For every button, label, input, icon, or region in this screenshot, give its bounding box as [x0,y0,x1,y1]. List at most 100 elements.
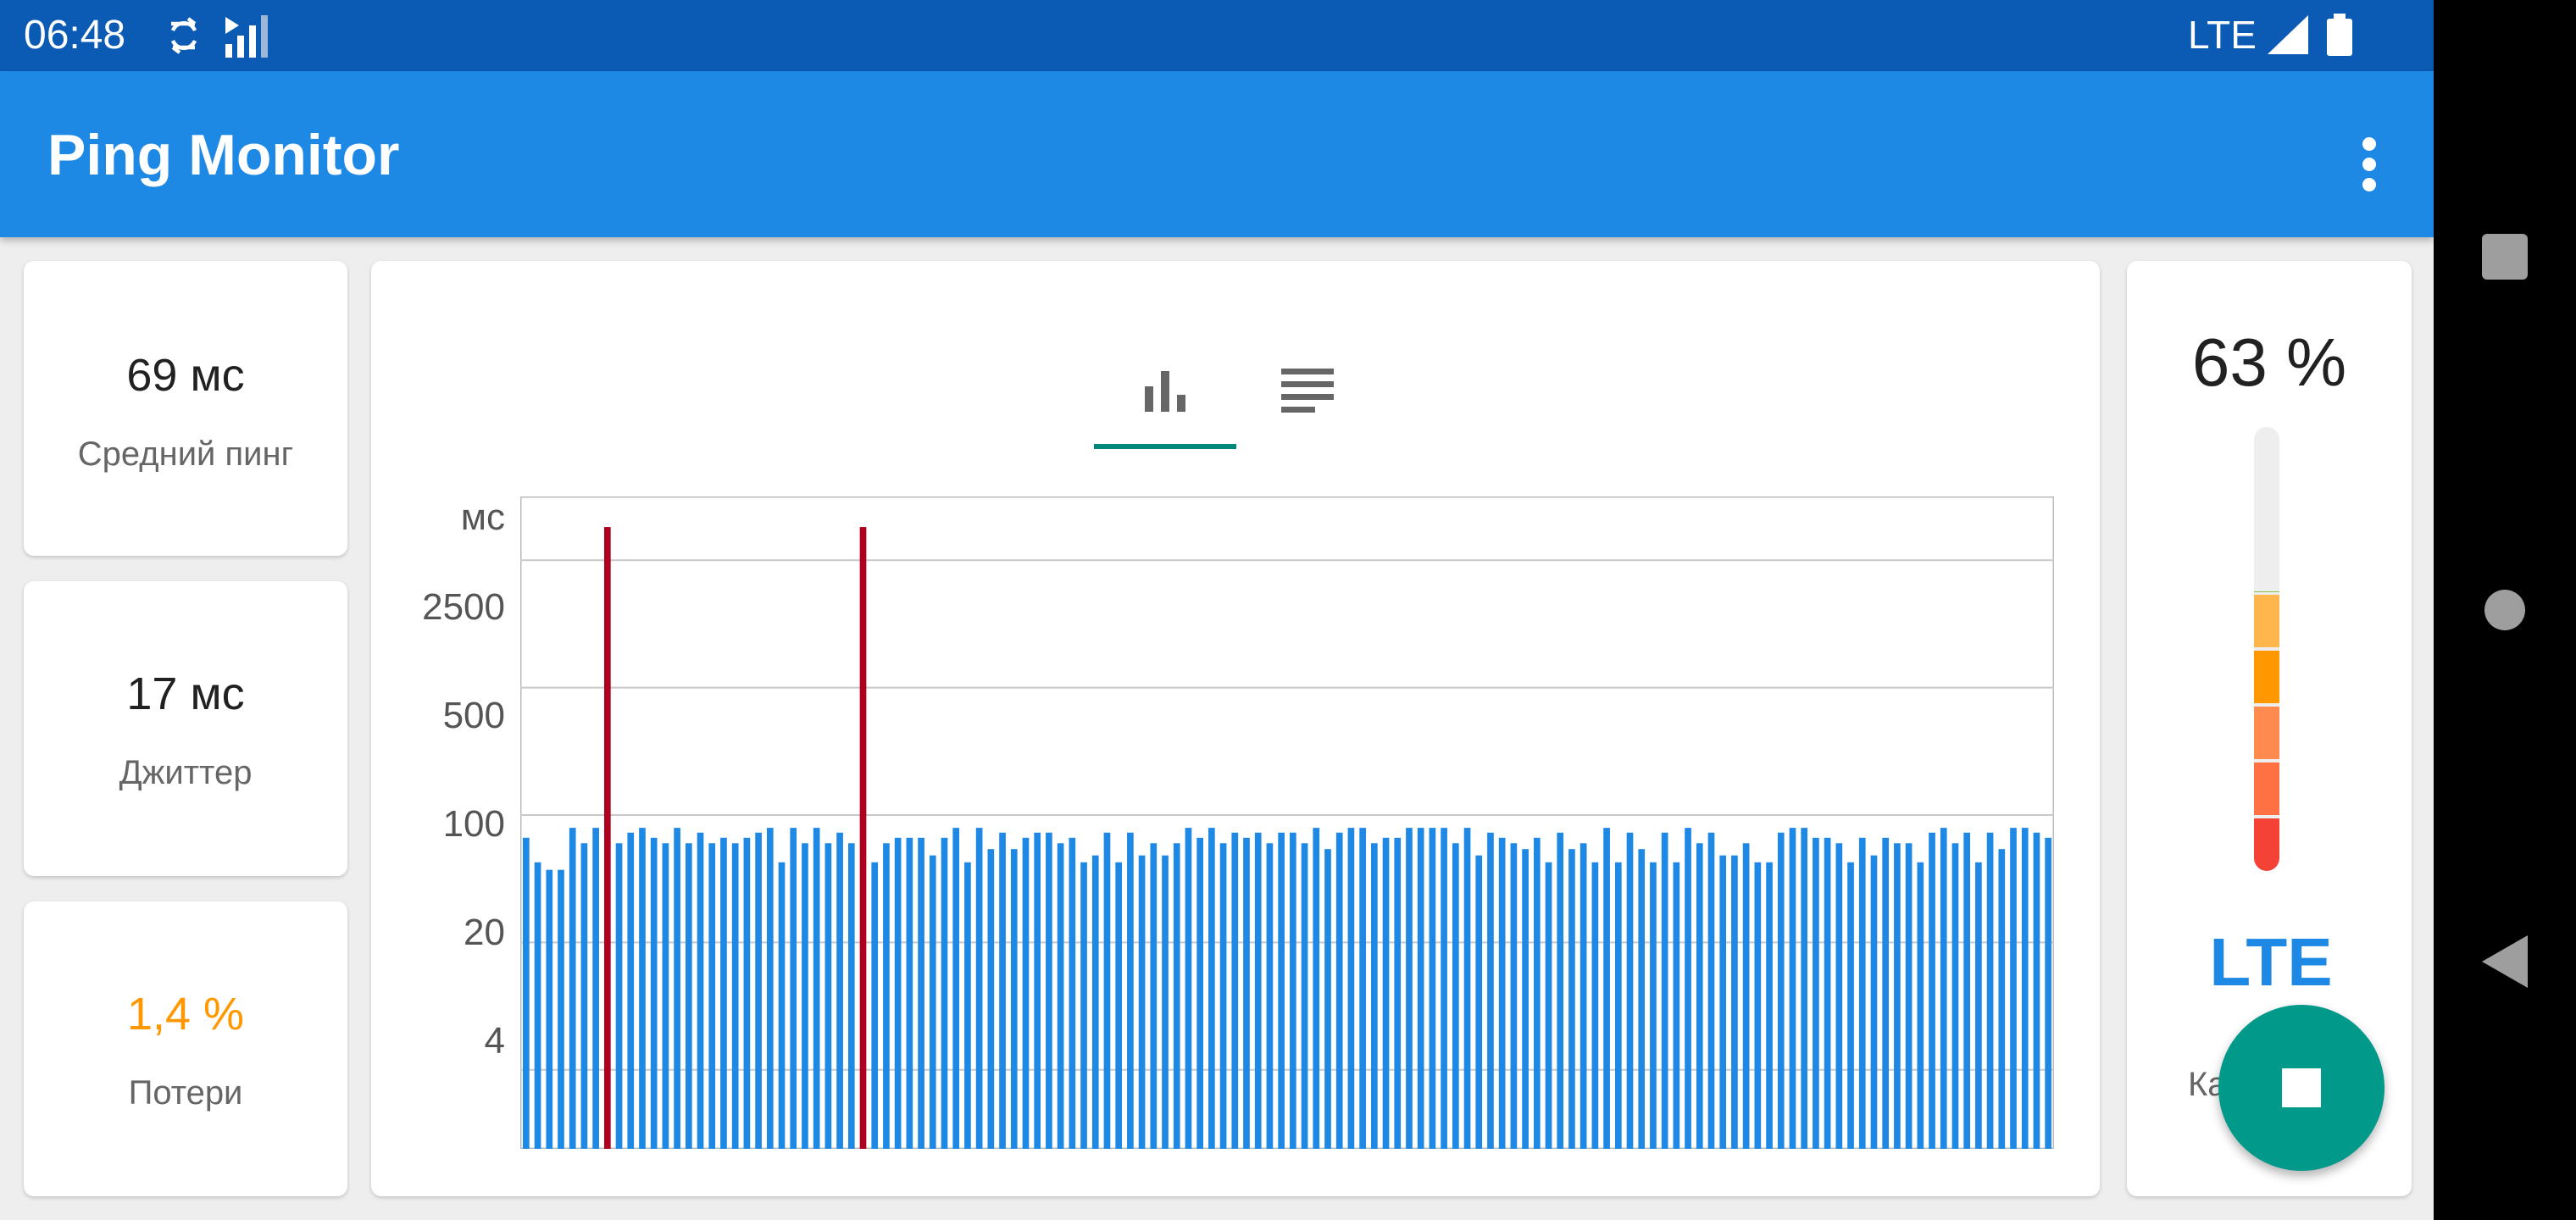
ping-bar [743,837,751,1149]
ping-bar [1173,843,1180,1149]
ping-bar [546,869,553,1149]
signal-level-segment [2254,818,2279,871]
ping-bar [918,837,924,1149]
ping-bar [1998,849,2006,1149]
ping-bar [755,832,762,1149]
jitter-value: 17 мс [126,668,245,719]
battery-icon [2327,14,2352,56]
ping-bar [1254,832,1262,1149]
ping-bar [1789,828,1796,1149]
ping-bar [1185,828,1192,1149]
ping-bar [1894,843,1901,1149]
ping-bar [1929,832,1935,1149]
avg-ping-label: Средний пинг [77,435,294,473]
ping-bar [1917,862,1924,1149]
ping-bar [1034,832,1041,1149]
ping-bar [1579,843,1587,1149]
ping-bar [639,828,646,1149]
system-nav-bar [2434,0,2576,1220]
ping-bar [1545,862,1552,1149]
ping-bar [1975,862,1982,1149]
signal-level-segment [2254,595,2279,647]
ping-bar [1707,832,1715,1149]
signal-level-segment [2254,651,2279,703]
back-button[interactable] [2482,935,2528,988]
ping-bar [1406,828,1413,1149]
ping-bar [1127,832,1134,1149]
lost-packet-bar [859,527,867,1149]
signal-level-segment [2254,707,2279,759]
ping-bar [1347,828,1355,1149]
ping-bar [697,832,704,1149]
ping-bar [1417,828,1424,1149]
home-button[interactable] [2484,590,2525,630]
tab-chart[interactable] [1094,330,1236,452]
ping-bar [1905,843,1913,1149]
signal-bars-icon [225,15,268,58]
ping-bar [558,869,564,1149]
ping-bar [1673,862,1680,1149]
ping-bar [708,843,716,1149]
ping-bar [929,855,936,1149]
bar-chart-icon [1145,371,1185,412]
ping-bar [2010,828,2017,1149]
ping-bar [836,832,843,1149]
ping-bar [987,849,995,1149]
ping-bar [2045,837,2051,1149]
more-options-icon[interactable] [2344,130,2395,198]
ping-bar [1150,843,1158,1149]
ping-bar [1835,843,1843,1149]
ping-bar [1742,843,1750,1149]
lost-packet-bar [604,527,611,1149]
ping-bar [1591,862,1599,1149]
stop-button[interactable] [2218,1005,2384,1171]
tab-list[interactable] [1236,330,1379,452]
ping-bar [952,828,960,1149]
ping-bar [1162,855,1169,1149]
ping-bar [1498,837,1506,1149]
ping-bar [766,828,774,1149]
ping-bar [1394,837,1402,1149]
ping-bar [1719,855,1727,1149]
loss-card: 1,4 % Потери [24,901,347,1196]
ping-bar [534,862,541,1149]
ping-bar [1626,832,1634,1149]
ping-bar [1568,849,1575,1149]
ping-bar [1335,832,1343,1149]
ping-bar [1115,862,1123,1149]
ping-bar [2033,832,2040,1149]
recents-button[interactable] [2482,234,2528,280]
ping-bar [1057,843,1064,1149]
ping-bar [1138,855,1146,1149]
cell-signal-icon [2268,15,2308,54]
ping-bar [1452,843,1459,1149]
ping-bar [1533,837,1541,1149]
ping-bar [1278,832,1285,1149]
ping-bar [813,828,820,1149]
y-axis-unit: мс [460,496,505,538]
plot-frame [520,496,2054,1149]
ping-bar [883,843,890,1149]
ping-bar [1650,862,1657,1149]
ping-bar [975,828,983,1149]
clock: 06:48 [24,13,126,58]
ping-bar [523,837,530,1149]
ping-chart [520,496,2054,1149]
ping-bar [941,837,948,1149]
ping-bar [1231,832,1239,1149]
y-tick-100: 100 [442,803,505,845]
ping-bar [802,843,808,1149]
ping-bar [580,843,588,1149]
tab-indicator [1094,444,1236,449]
network-type: LTE [2188,13,2257,57]
ping-bar [1557,832,1564,1149]
avg-ping-card: 69 мс Средний пинг [24,261,347,556]
ping-bar [1091,855,1099,1149]
ping-bar [1603,828,1610,1149]
ping-bar [1661,832,1668,1149]
loss-value: 1,4 % [126,989,245,1040]
ping-bar [1824,837,1831,1149]
signal-level-bar [2254,427,2279,871]
avg-ping-value: 69 мс [126,350,245,401]
ping-bar [1046,832,1052,1149]
